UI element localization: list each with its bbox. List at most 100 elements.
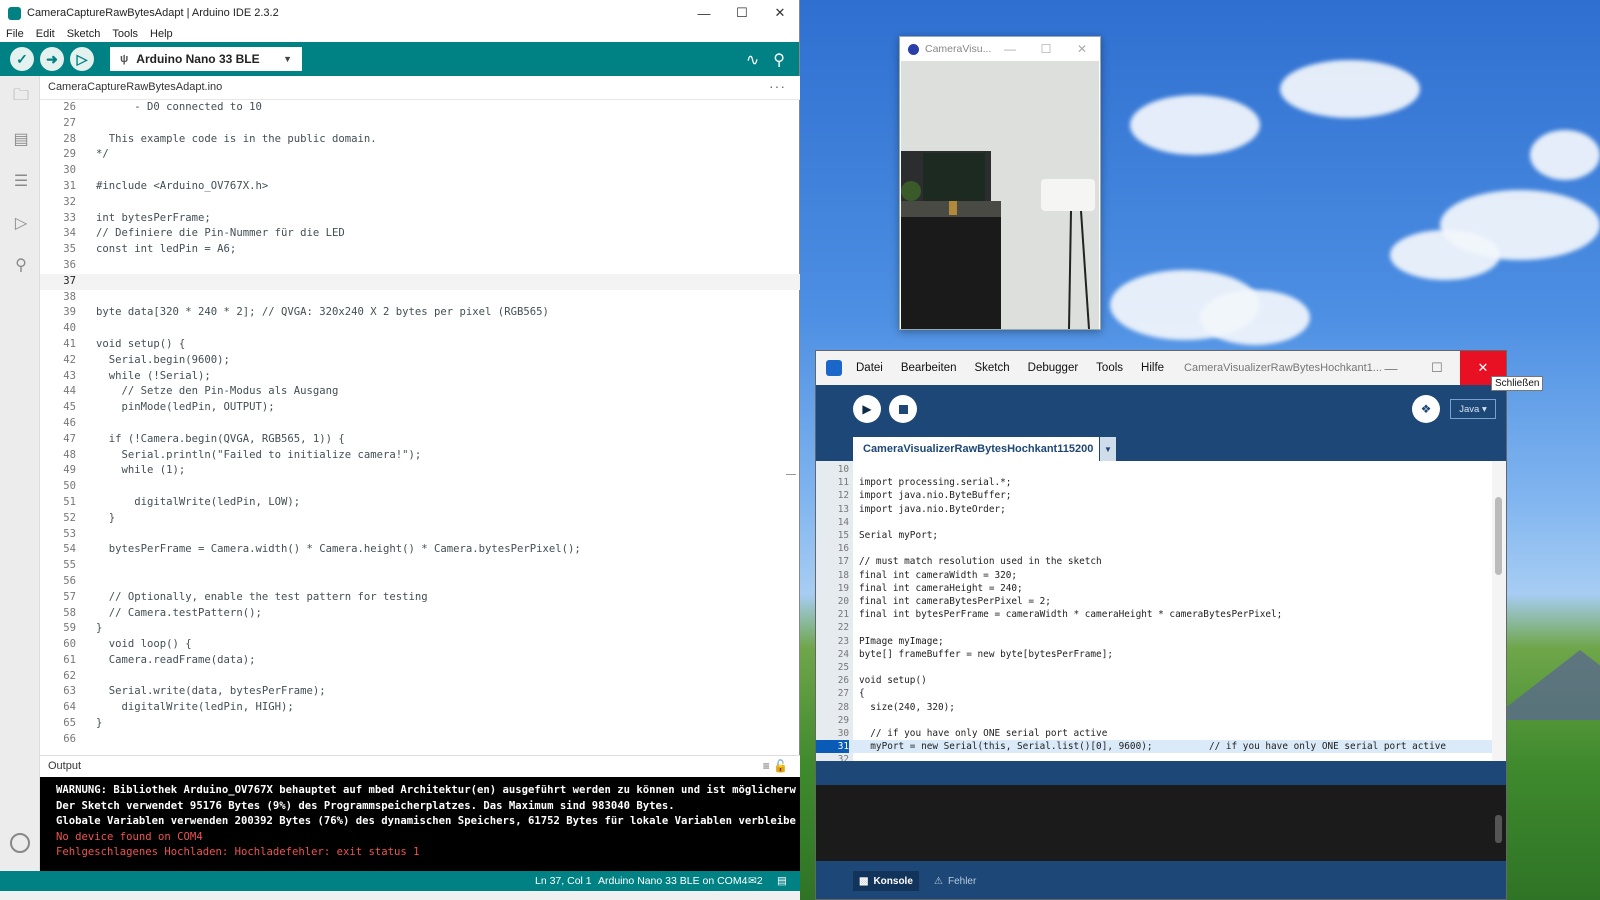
code-line[interactable]: 43 while (!Serial);	[40, 369, 800, 385]
code-line[interactable]: 64 digitalWrite(ledPin, HIGH);	[40, 700, 800, 716]
code-line[interactable]: 13 import java.nio.ByteOrder;	[816, 503, 1492, 516]
search-icon[interactable]: ⚲	[10, 254, 32, 276]
code-line[interactable]: 29	[816, 714, 1492, 727]
scroll-thumb[interactable]	[1495, 497, 1502, 575]
code-line[interactable]: 29 */	[40, 147, 800, 163]
upload-button[interactable]: ➜	[40, 47, 64, 71]
code-line[interactable]: 47 if (!Camera.begin(QVGA, RGB565, 1)) {	[40, 432, 800, 448]
notifications-badge[interactable]: ✉2	[748, 875, 763, 887]
editor-scrollbar[interactable]	[1492, 461, 1506, 761]
menu-debugger[interactable]: Debugger	[1028, 362, 1079, 374]
code-line[interactable]: 56	[40, 574, 800, 590]
code-line[interactable]: 31 #include <Arduino_OV767X.h>	[40, 179, 800, 195]
maximize-button[interactable]: ☐	[723, 0, 761, 26]
sketch-tab[interactable]: CameraVisualizerRawBytesHochkant115200	[853, 437, 1099, 461]
code-line[interactable]: 32	[40, 195, 800, 211]
menu-sketch[interactable]: Sketch	[67, 28, 101, 40]
processing-code-editor[interactable]: 10 11 import processing.serial.*; 12 import …	[816, 461, 1492, 761]
folder-icon[interactable]: 🗀	[10, 86, 32, 108]
code-line[interactable]: 40	[40, 321, 800, 337]
camera-maximize-button[interactable]: ☐	[1028, 37, 1064, 61]
code-line[interactable]: 60 void loop() {	[40, 637, 800, 653]
code-line[interactable]: 42 Serial.begin(9600);	[40, 353, 800, 369]
code-line[interactable]: 27	[40, 116, 800, 132]
code-line[interactable]: 30 // if you have only ONE serial port a…	[816, 727, 1492, 740]
menu-tools[interactable]: Tools	[112, 28, 138, 40]
minimize-button[interactable]: —	[685, 0, 723, 26]
serial-plotter-icon[interactable]: ∿	[746, 50, 759, 70]
board-port[interactable]: Arduino Nano 33 BLE on COM4	[598, 875, 747, 887]
menu-tools[interactable]: Tools	[1096, 362, 1123, 374]
code-line[interactable]: 48 Serial.println("Failed to initialize …	[40, 448, 800, 464]
run-button[interactable]: ▶	[853, 395, 881, 423]
code-line[interactable]: 10	[816, 463, 1492, 476]
menu-file[interactable]: File	[6, 28, 24, 40]
code-line[interactable]: 34 // Definiere die Pin-Nummer für die LE…	[40, 226, 800, 242]
boards-manager-icon[interactable]: ▤	[10, 128, 32, 150]
more-icon[interactable]: ···	[769, 78, 786, 94]
code-line[interactable]: 45 pinMode(ledPin, OUTPUT);	[40, 400, 800, 416]
code-line[interactable]: 39 byte data[320 * 240 * 2]; // QVGA: 320…	[40, 305, 800, 321]
code-line[interactable]: 24 byte[] frameBuffer = new byte[bytesPer…	[816, 648, 1492, 661]
board-selector[interactable]: ψ Arduino Nano 33 BLE ▼	[110, 47, 302, 71]
menu-edit[interactable]: Edit	[36, 28, 55, 40]
code-line[interactable]: 36	[40, 258, 800, 274]
code-line[interactable]: 52 }	[40, 511, 800, 527]
debug-icon[interactable]: ▷	[10, 212, 32, 234]
menu-help[interactable]: Help	[150, 28, 173, 40]
code-line[interactable]: 21 final int bytesPerFrame = cameraWidth …	[816, 608, 1492, 621]
code-line[interactable]: 25	[816, 661, 1492, 674]
code-line[interactable]: 26 void setup()	[816, 674, 1492, 687]
menu-datei[interactable]: Datei	[856, 362, 883, 374]
code-line[interactable]: 17 // must match resolution used in the s…	[816, 555, 1492, 568]
code-line[interactable]: 59}	[40, 621, 800, 637]
code-line[interactable]: 44 // Setze den Pin-Modus als Ausgang	[40, 384, 800, 400]
menu-bearbeiten[interactable]: Bearbeiten	[901, 362, 957, 374]
file-tab[interactable]: CameraCaptureRawBytesAdapt.ino	[48, 81, 222, 93]
code-line[interactable]: 16	[816, 542, 1492, 555]
code-line[interactable]: 12 import java.nio.ByteBuffer;	[816, 489, 1492, 502]
close-button[interactable]: ✕	[761, 0, 799, 26]
code-line[interactable]: 62	[40, 669, 800, 685]
tab-konsole[interactable]: ▩ Konsole	[853, 871, 919, 891]
stop-button[interactable]	[889, 395, 917, 423]
code-line[interactable]: 51 digitalWrite(ledPin, LOW);	[40, 495, 800, 511]
serial-monitor-icon[interactable]: ⚲	[773, 50, 785, 70]
output-tools-icon[interactable]: ≡ 🔓	[763, 759, 788, 773]
code-line[interactable]: 32	[816, 753, 1492, 761]
code-line[interactable]: 66	[40, 732, 800, 748]
code-line[interactable]: 65}	[40, 716, 800, 732]
tab-menu-arrow-icon[interactable]: ▼	[1100, 437, 1116, 461]
code-line[interactable]: 57 // Optionally, enable the test patter…	[40, 590, 800, 606]
code-line[interactable]: 41 void setup() {	[40, 337, 800, 353]
code-line[interactable]: 15 Serial myPort;	[816, 529, 1492, 542]
processing-minimize-button[interactable]: —	[1368, 351, 1414, 385]
code-line[interactable]: 20 final int cameraBytesPerPixel = 2;	[816, 595, 1492, 608]
library-manager-icon[interactable]: ☰	[10, 170, 32, 192]
console-scroll-thumb[interactable]	[1495, 815, 1502, 843]
code-editor[interactable]: 26 - D0 connected to 10 27 28 This example…	[40, 100, 800, 755]
camera-minimize-button[interactable]: —	[992, 37, 1028, 61]
code-line[interactable]: 26 - D0 connected to 10	[40, 100, 800, 116]
code-line[interactable]: 22	[816, 621, 1492, 634]
code-line[interactable]: 18 final int cameraWidth = 320;	[816, 569, 1492, 582]
code-line[interactable]: 11 import processing.serial.*;	[816, 476, 1492, 489]
code-line[interactable]: 28 This example code is in the public do…	[40, 132, 800, 148]
code-line[interactable]: 46	[40, 416, 800, 432]
code-line[interactable]: 55	[40, 558, 800, 574]
code-line[interactable]: 35 const int ledPin = A6;	[40, 242, 800, 258]
menu-hilfe[interactable]: Hilfe	[1141, 362, 1164, 374]
verify-button[interactable]: ✓	[10, 47, 34, 71]
mode-selector[interactable]: Java ▾	[1450, 399, 1496, 419]
code-line[interactable]: 28 size(240, 320);	[816, 701, 1492, 714]
code-line[interactable]: 54 bytesPerFrame = Camera.width() * Came…	[40, 542, 800, 558]
code-line[interactable]: 33 int bytesPerFrame;	[40, 211, 800, 227]
code-line[interactable]: 58 // Camera.testPattern();	[40, 606, 800, 622]
code-line[interactable]: 37	[40, 273, 800, 290]
processing-maximize-button[interactable]: ☐	[1414, 351, 1460, 385]
tab-fehler[interactable]: ⚠ Fehler	[928, 871, 982, 891]
code-line[interactable]: 30	[40, 163, 800, 179]
debugger-button[interactable]: ❖	[1412, 395, 1440, 423]
code-line[interactable]: 14	[816, 516, 1492, 529]
code-line[interactable]: 49 while (1);	[40, 463, 800, 479]
